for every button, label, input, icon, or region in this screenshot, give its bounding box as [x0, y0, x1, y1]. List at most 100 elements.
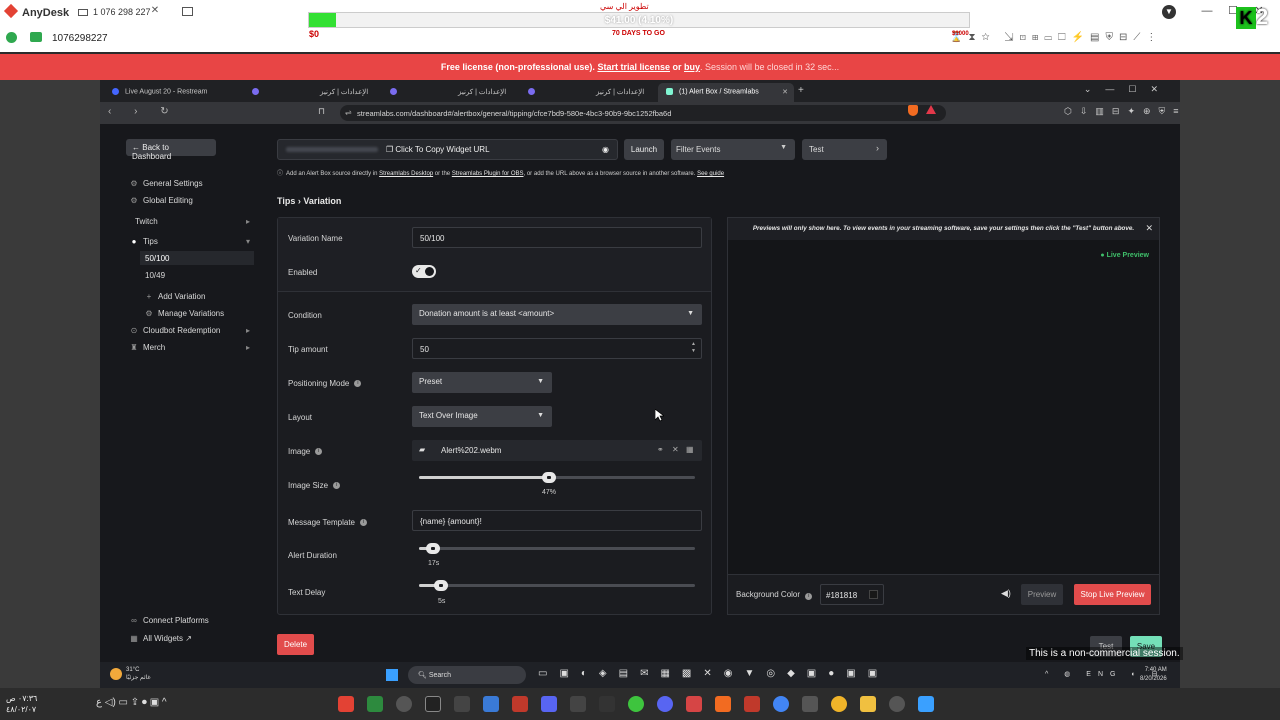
filter-events-select[interactable]: Filter Events ▼ [671, 139, 795, 160]
streamlabs-desktop-link[interactable]: Streamlabs Desktop [379, 171, 433, 177]
app-icon[interactable] [831, 696, 847, 712]
background-color-input[interactable]: #181818 [820, 584, 884, 605]
slider-thumb[interactable] [541, 472, 556, 483]
sidebar-item-general-settings[interactable]: ⚙ General Settings [130, 179, 202, 188]
preview-button[interactable]: Preview [1021, 584, 1063, 605]
brave-shield-icon[interactable] [908, 105, 918, 116]
app-icon[interactable] [599, 696, 615, 712]
color-swatch[interactable] [869, 590, 878, 599]
discord-icon[interactable] [541, 696, 557, 712]
sidebar-item-variation-10-49[interactable]: 10/49 [145, 271, 165, 280]
sidebar-item-add-variation[interactable]: + Add Variation [145, 292, 206, 301]
remote-taskbar-apps[interactable]: ▭▣◐◈▤✉▦▩✕◉▼◎◆▣●▣▣ [538, 668, 889, 679]
volume-icon[interactable]: ◀) [1001, 588, 1011, 599]
image-size-slider[interactable] [419, 472, 695, 483]
see-guide-link[interactable]: See guide [697, 171, 724, 177]
layout-select[interactable]: Text Over Image ▼ [412, 406, 552, 427]
image-file-field[interactable]: ▰ Alert%202.webm ⚭ ✕ ▦ [412, 440, 702, 461]
extensions-icons[interactable]: ⬡⇩▥⊟✦⊕⛨≡ [1064, 106, 1187, 117]
sidebar-item-global-editing[interactable]: ⚙ Global Editing [130, 196, 192, 205]
delete-button[interactable]: Delete [277, 634, 314, 655]
terminal-icon[interactable] [425, 696, 441, 712]
xbox-app-icon[interactable] [367, 696, 383, 712]
all-widgets-link[interactable]: ▦ All Widgets ↗ [130, 634, 192, 643]
number-stepper-icon[interactable]: ▲ ▼ [691, 341, 696, 355]
start-trial-link[interactable]: Start trial license [597, 62, 670, 72]
file-explorer-icon[interactable] [860, 696, 876, 712]
test-select[interactable]: Test › [802, 139, 887, 160]
session-tab[interactable]: 1 076 298 227 [78, 7, 151, 17]
brave-rewards-icon[interactable] [926, 105, 936, 114]
sidebar-item-merch[interactable]: ♜ Merch ▸ [130, 343, 250, 352]
sidebar-item-twitch[interactable]: Twitch ▸ [135, 217, 250, 226]
tab-settings-1[interactable]: الإعدادات | كرنيز [312, 83, 382, 102]
session-close-icon[interactable]: ✕ [148, 5, 162, 19]
search-icon[interactable] [889, 696, 905, 712]
photos-icon[interactable] [483, 696, 499, 712]
browser-window-controls[interactable]: ⌄—☐✕ [1084, 84, 1172, 95]
variation-name-input[interactable]: 50/100 [412, 227, 702, 248]
back-to-dashboard-button[interactable]: ← Back to Dashboard [126, 139, 216, 161]
stop-live-preview-button[interactable]: Stop Live Preview [1074, 584, 1151, 605]
taskbar-search[interactable]: 🔍︎ Search [408, 666, 526, 684]
app-icon[interactable] [570, 696, 586, 712]
address-bar[interactable]: ⇌ streamlabs.com/dashboard#/alertbox/gen… [340, 105, 946, 121]
anydesk-tools-icons[interactable]: ⌛⧗☆ ⇲⊡⊞▭☐⚡▤⛨⊟⟋⋮ [950, 32, 1162, 43]
weather-widget[interactable]: 31°C غائم جزئيًا [110, 666, 151, 682]
tab-alert-box[interactable]: (1) Alert Box / Streamlabs ✕ [658, 83, 794, 102]
chrome-icon[interactable] [773, 696, 789, 712]
new-tab-icon[interactable]: + [798, 85, 804, 96]
close-icon[interactable]: ✕ [1145, 223, 1153, 234]
enabled-toggle[interactable]: ✓ [412, 265, 436, 278]
sidebar-item-variation-50-100[interactable]: 50/100 [145, 254, 169, 263]
gallery-grid-icon[interactable]: ▦ [686, 445, 694, 454]
widget-url-field[interactable]: ❐ Click To Copy Widget URL ◉ [277, 139, 618, 160]
brave-icon[interactable] [715, 696, 731, 712]
tab-blank-1[interactable] [244, 83, 312, 102]
remove-icon[interactable]: ✕ [672, 445, 679, 454]
voice-changer-icon[interactable] [512, 696, 528, 712]
link-icon[interactable]: ⚭ [657, 445, 664, 454]
buy-link[interactable]: buy [684, 62, 700, 72]
copy-widget-url[interactable]: ❐ Click To Copy Widget URL [386, 145, 490, 154]
windows-start-icon[interactable] [918, 696, 934, 712]
tab-settings-3[interactable]: الإعدادات | كرنيز [588, 83, 658, 102]
sidebar-item-manage-variations[interactable]: ⚙ Manage Variations [145, 309, 224, 318]
sidebar-item-tips[interactable]: ● Tips ▾ [130, 237, 250, 246]
windows-start-icon[interactable] [386, 669, 398, 681]
text-delay-slider[interactable] [419, 580, 695, 591]
tip-amount-input[interactable]: 50 ▲ ▼ [412, 338, 702, 359]
tab-blank-3[interactable] [520, 83, 588, 102]
message-template-input[interactable]: {name} {amount}! [412, 510, 702, 531]
minimize-button[interactable]: — [1194, 5, 1220, 17]
discord-alt-icon[interactable] [657, 696, 673, 712]
mail-icon[interactable] [454, 696, 470, 712]
app-icon[interactable] [744, 696, 760, 712]
eye-icon[interactable]: ◉ [602, 145, 609, 154]
settings-icon[interactable] [802, 696, 818, 712]
app-icon[interactable] [686, 696, 702, 712]
tab-close-icon[interactable]: ✕ [782, 88, 788, 96]
nav-buttons[interactable]: ‹ › ↻ [108, 106, 179, 117]
obs-plugin-link[interactable]: Streamlabs Plugin for OBS [452, 171, 524, 177]
alert-duration-slider[interactable] [419, 543, 695, 554]
slider-thumb[interactable] [434, 580, 449, 591]
download-icon[interactable]: ▼ [1162, 5, 1176, 19]
positioning-mode-select[interactable]: Preset ▼ [412, 372, 552, 393]
app-icon[interactable] [396, 696, 412, 712]
tab-settings-2[interactable]: الإعدادات | كرنيز [450, 83, 520, 102]
app-icon[interactable] [628, 696, 644, 712]
sidebar-item-cloudbot[interactable]: ⊙ Cloudbot Redemption ▸ [130, 326, 250, 335]
tab-blank-2[interactable] [382, 83, 450, 102]
launch-button[interactable]: Launch [624, 139, 664, 160]
slider-thumb[interactable] [425, 543, 440, 554]
connect-platforms-link[interactable]: ∞ Connect Platforms [130, 616, 209, 625]
condition-select[interactable]: Donation amount is at least <amount> ▼ [412, 304, 702, 325]
tab-restream[interactable]: Live August 20 - Restream [104, 83, 244, 102]
bookmark-icon[interactable]: ⊓ [318, 106, 325, 117]
local-system-tray[interactable]: ع ◁) ▭ ⇪ ⏺ ▣ ^ [96, 697, 167, 708]
new-session-icon[interactable] [182, 7, 193, 16]
remote-monitor-icon[interactable] [30, 32, 42, 42]
site-info-icon[interactable]: ⇌ [345, 108, 352, 117]
anydesk-app-icon[interactable] [338, 696, 354, 712]
